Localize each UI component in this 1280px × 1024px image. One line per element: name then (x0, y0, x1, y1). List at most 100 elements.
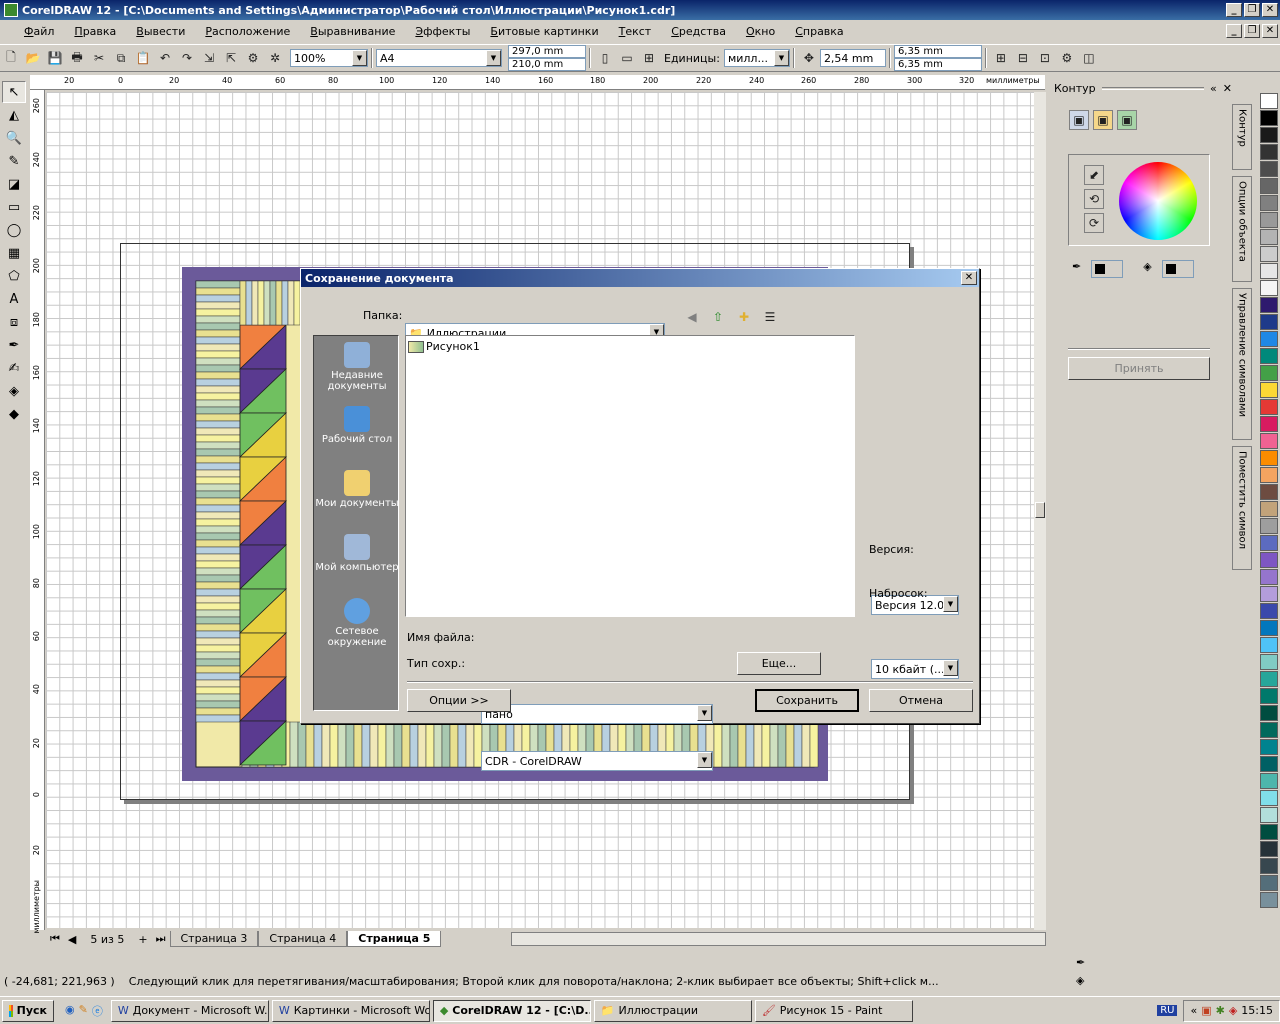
color-swatch[interactable] (1260, 790, 1278, 806)
docker-bottom-pen-icon[interactable]: ✒ (1076, 956, 1085, 969)
tray-expand-icon[interactable]: « (1190, 1004, 1197, 1017)
color-swatch[interactable] (1260, 484, 1278, 500)
color-swatch[interactable] (1260, 433, 1278, 449)
redo-icon[interactable]: ↷ (177, 48, 197, 68)
save-button[interactable]: Сохранить (755, 689, 859, 712)
filename-input[interactable]: пано ▼ (481, 704, 713, 724)
menu-edit[interactable]: Правка (64, 25, 126, 38)
color-reset-icon[interactable]: ⟳ (1084, 213, 1104, 233)
color-swatch[interactable] (1260, 688, 1278, 704)
save-type-combo[interactable]: CDR - CorelDRAW ▼ (481, 751, 713, 771)
color-swatch[interactable] (1260, 824, 1278, 840)
corel-online-icon[interactable]: ✲ (265, 48, 285, 68)
apply-button[interactable]: Принять (1068, 357, 1210, 380)
interactive-fill-tool-icon[interactable]: ◆ (2, 403, 26, 425)
quicklaunch-ie-icon[interactable]: ⓔ (92, 1003, 103, 1019)
docker-close-icon[interactable]: ✕ (1223, 82, 1232, 95)
list-item[interactable]: Рисунок1 (408, 340, 854, 353)
snap-objects-icon[interactable]: ⊡ (1035, 48, 1055, 68)
outline-color-picker[interactable] (1091, 260, 1124, 278)
quicklaunch-browser-icon[interactable]: ◉ (65, 1003, 75, 1019)
new-icon[interactable]: 🗋 (1, 48, 21, 68)
back-icon[interactable]: ◀ (682, 307, 702, 327)
shape-tool-icon[interactable]: ◭ (2, 104, 26, 126)
color-swatch[interactable] (1260, 586, 1278, 602)
prev-page-icon[interactable]: ◀ (64, 933, 80, 946)
minimize-button[interactable]: _ (1226, 3, 1242, 17)
color-swatch[interactable] (1260, 178, 1278, 194)
menu-tools[interactable]: Средства (661, 25, 736, 38)
menu-layout[interactable]: Расположение (195, 25, 300, 38)
color-swatch[interactable] (1260, 535, 1278, 551)
color-swatch[interactable] (1260, 212, 1278, 228)
menu-view[interactable]: Вывести (126, 25, 195, 38)
docker-collapse-icon[interactable]: « (1210, 82, 1217, 95)
task-paint[interactable]: 🖌 Рисунок 15 - Paint (754, 999, 913, 1022)
color-swatch[interactable] (1260, 314, 1278, 330)
task-word-pictures[interactable]: W Картинки - Microsoft Word (271, 999, 430, 1022)
color-swatch[interactable] (1260, 399, 1278, 415)
add-page-icon[interactable]: + (134, 933, 151, 946)
color-swatch[interactable] (1260, 467, 1278, 483)
view-menu-icon[interactable]: ☰ (760, 307, 780, 327)
place-network[interactable]: Сетевое окружение (314, 592, 400, 656)
ellipse-tool-icon[interactable]: ◯ (2, 219, 26, 241)
color-swatch[interactable] (1260, 552, 1278, 568)
print-icon[interactable]: 🖶 (67, 48, 87, 68)
color-swatch[interactable] (1260, 331, 1278, 347)
interactive-blend-tool-icon[interactable]: ⧈ (2, 311, 26, 333)
first-page-icon[interactable]: ⏮ (46, 932, 64, 946)
pick-tool-icon[interactable]: ↖ (2, 81, 26, 103)
place-my-documents[interactable]: Мои документы (314, 464, 400, 528)
color-swatch[interactable] (1260, 144, 1278, 160)
color-swatch[interactable] (1260, 416, 1278, 432)
color-swatch[interactable] (1260, 705, 1278, 721)
up-folder-icon[interactable]: ⇧ (708, 307, 728, 327)
basic-shapes-tool-icon[interactable]: ⬠ (2, 265, 26, 287)
tab-page-5[interactable]: Страница 5 (347, 931, 442, 947)
copy-icon[interactable]: ⧉ (111, 48, 131, 68)
canvas-vertical-scrollbar[interactable] (1034, 92, 1046, 930)
place-recent[interactable]: Недавние документы (314, 336, 400, 400)
color-swatch[interactable] (1260, 161, 1278, 177)
undo-icon[interactable]: ↶ (155, 48, 175, 68)
color-swatch[interactable] (1260, 297, 1278, 313)
outline-mode-icon[interactable]: ▣ (1069, 110, 1089, 130)
smart-fill-tool-icon[interactable]: ◪ (2, 173, 26, 195)
close-button[interactable]: ✕ (1262, 3, 1278, 17)
color-wheel[interactable] (1119, 162, 1197, 240)
tab-page-4[interactable]: Страница 4 (258, 931, 348, 947)
menu-effects[interactable]: Эффекты (405, 25, 480, 38)
color-swatch[interactable] (1260, 620, 1278, 636)
tab-contour[interactable]: Контур (1232, 104, 1252, 170)
snap-guides-icon[interactable]: ⊟ (1013, 48, 1033, 68)
color-swatch[interactable] (1260, 603, 1278, 619)
open-icon[interactable]: 📂 (23, 48, 43, 68)
color-swatch[interactable] (1260, 229, 1278, 245)
place-my-computer[interactable]: Мой компьютер (314, 528, 400, 592)
zoom-tool-icon[interactable]: 🔍 (2, 127, 26, 149)
language-indicator[interactable]: RU (1157, 1005, 1178, 1016)
color-swatch[interactable] (1260, 671, 1278, 687)
outline-tool-icon[interactable]: ✍ (2, 357, 26, 379)
thumbnail-combo[interactable]: 10 кбайт (... ▼ (871, 659, 959, 679)
doc-minimize-button[interactable]: _ (1226, 24, 1242, 38)
text-tool-icon[interactable]: A (2, 288, 26, 310)
cut-icon[interactable]: ✂ (89, 48, 109, 68)
menu-help[interactable]: Справка (785, 25, 853, 38)
color-swatch[interactable] (1260, 110, 1278, 126)
color-swatch[interactable] (1260, 569, 1278, 585)
save-icon[interactable]: 💾 (45, 48, 65, 68)
fill-color-picker[interactable] (1161, 260, 1194, 278)
color-swatch[interactable] (1260, 246, 1278, 262)
color-swatch[interactable] (1260, 892, 1278, 908)
scroll-thumb[interactable] (1035, 502, 1045, 518)
menu-bitmaps[interactable]: Битовые картинки (480, 25, 608, 38)
dup-y-field[interactable]: 6,35 mm (893, 58, 982, 71)
color-swatch[interactable] (1260, 739, 1278, 755)
color-swatch[interactable] (1260, 807, 1278, 823)
app-launcher-icon[interactable]: ⚙ (243, 48, 263, 68)
doc-close-button[interactable]: ✕ (1262, 24, 1278, 38)
paste-icon[interactable]: 📋 (133, 48, 153, 68)
color-swatch[interactable] (1260, 195, 1278, 211)
